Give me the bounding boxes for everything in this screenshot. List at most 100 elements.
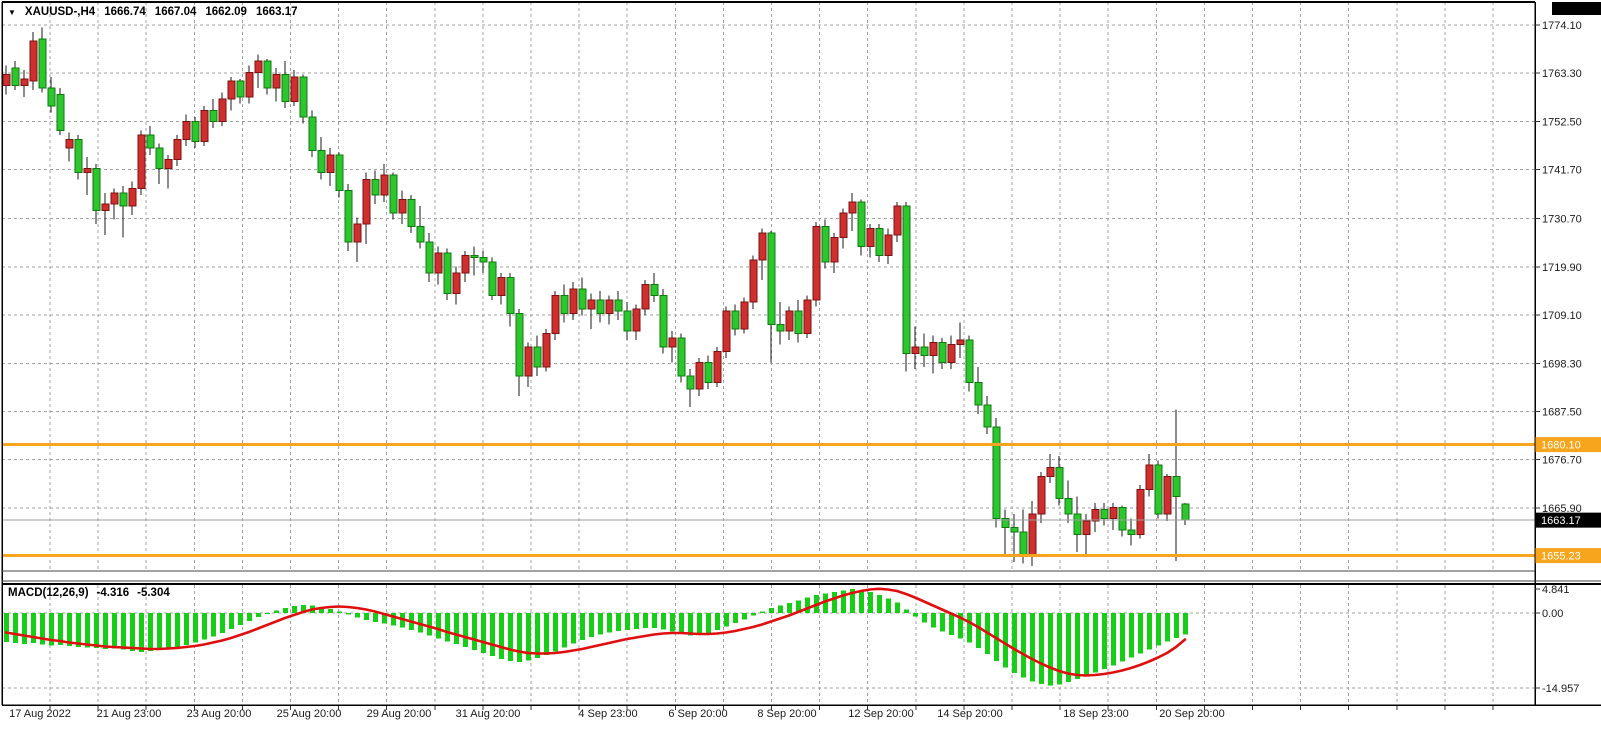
macd-bar xyxy=(1003,613,1008,668)
candle xyxy=(129,182,136,215)
macd-bar xyxy=(760,612,765,614)
macd-bar xyxy=(913,613,918,617)
macd-signal-line xyxy=(6,589,1185,676)
macd-bar xyxy=(121,613,126,650)
time-axis-label: 8 Sep 20:00 xyxy=(757,708,816,720)
candles xyxy=(3,28,1189,566)
candle xyxy=(930,336,937,374)
macd-bar xyxy=(445,613,450,642)
macd-bar xyxy=(1030,613,1035,682)
candle xyxy=(1101,503,1108,525)
macd-bar xyxy=(688,613,693,636)
candle xyxy=(912,327,919,369)
candle xyxy=(1002,510,1009,555)
candle xyxy=(642,280,649,316)
macd-bar xyxy=(292,606,297,613)
macd-bar xyxy=(499,613,504,659)
macd-histogram xyxy=(4,589,1188,686)
candle xyxy=(39,28,46,93)
candle xyxy=(1119,505,1126,536)
time-axis-label: 20 Sep 20:00 xyxy=(1159,708,1224,720)
candle xyxy=(867,224,874,257)
macd-bar xyxy=(427,613,432,636)
time-axis-label: 14 Sep 20:00 xyxy=(937,708,1002,720)
candle xyxy=(318,137,325,179)
panel-borders xyxy=(2,2,1601,705)
symbol-dropdown-icon[interactable]: ▼ xyxy=(8,9,16,17)
candle xyxy=(480,251,487,273)
symbol-timeframe-label: XAUUSD-,H4 xyxy=(25,6,95,18)
price-marker-text: 1680.10 xyxy=(1541,440,1581,452)
candle xyxy=(579,278,586,316)
time-axis-label: 25 Aug 20:00 xyxy=(277,708,342,720)
candle xyxy=(165,155,172,188)
candle xyxy=(48,77,55,113)
macd-bar xyxy=(1183,613,1188,635)
candle xyxy=(66,133,73,162)
macd-bar xyxy=(1057,613,1062,685)
candle xyxy=(363,173,370,244)
price-axis-label: 1698.30 xyxy=(1542,358,1582,370)
candle xyxy=(777,302,784,344)
candle xyxy=(534,336,541,376)
candle xyxy=(786,307,793,340)
macd-bar xyxy=(643,613,648,628)
macd-bar xyxy=(1066,613,1071,682)
horizontal-gridlines xyxy=(2,25,1535,688)
macd-bar xyxy=(616,613,621,631)
candle xyxy=(768,231,775,363)
time-axis-label: 12 Sep 20:00 xyxy=(848,708,913,720)
candle xyxy=(12,61,19,90)
price-axis-label: 1687.50 xyxy=(1542,407,1582,419)
candle xyxy=(498,273,505,304)
candle xyxy=(1155,461,1162,519)
low-value: 1662.09 xyxy=(205,6,247,18)
candle xyxy=(408,195,415,233)
macd-bar xyxy=(1147,613,1152,650)
candle xyxy=(507,273,514,327)
price-axis-label: 1730.70 xyxy=(1542,214,1582,226)
macd-bar xyxy=(220,613,225,633)
candle xyxy=(615,291,622,320)
time-axis-label: 21 Aug 23:00 xyxy=(97,708,162,720)
candle xyxy=(1110,503,1117,530)
macd-bar xyxy=(634,613,639,629)
symbol-ohlc-header: ▼ XAUUSD-,H4 1666.74 1667.04 1662.09 166… xyxy=(8,6,298,18)
candle xyxy=(147,126,154,155)
macd-bar xyxy=(490,613,495,656)
candle xyxy=(219,92,226,125)
candle xyxy=(255,54,262,87)
macd-axis: 4.8410.00-14.957 xyxy=(1535,584,1579,695)
macd-bar xyxy=(211,613,216,637)
macd-bar xyxy=(1138,613,1143,654)
macd-bar xyxy=(1093,613,1098,673)
macd-bar xyxy=(733,613,738,623)
candle xyxy=(876,224,883,262)
price-axis-label: 1741.70 xyxy=(1542,165,1582,177)
macd-bar xyxy=(1102,613,1107,669)
macd-bar xyxy=(193,613,198,643)
candle xyxy=(183,115,190,146)
time-axis[interactable]: 17 Aug 202221 Aug 23:0023 Aug 20:0025 Au… xyxy=(9,708,1225,720)
candle xyxy=(840,208,847,248)
time-axis-label: 6 Sep 20:00 xyxy=(668,708,727,720)
macd-bar xyxy=(598,613,603,635)
macd-bar xyxy=(904,610,909,614)
macd-bar xyxy=(706,613,711,633)
macd-bar xyxy=(283,608,288,613)
price-axis-label: 1709.10 xyxy=(1542,310,1582,322)
price-marker-text: 1655.23 xyxy=(1541,551,1581,563)
close-value: 1663.17 xyxy=(256,6,298,18)
candle xyxy=(570,282,577,320)
macd-bar xyxy=(940,613,945,632)
macd-bar xyxy=(1048,613,1053,686)
price-axis-label: 1774.10 xyxy=(1542,20,1582,32)
macd-bar xyxy=(130,613,135,651)
candle xyxy=(300,75,307,124)
candle xyxy=(957,322,964,358)
macd-bar xyxy=(895,603,900,614)
macd-bar xyxy=(652,613,657,628)
macd-bar xyxy=(1039,613,1044,684)
chart-canvas[interactable]: 1774.101763.301752.501741.701730.701719.… xyxy=(0,0,1601,730)
candle xyxy=(3,66,10,95)
